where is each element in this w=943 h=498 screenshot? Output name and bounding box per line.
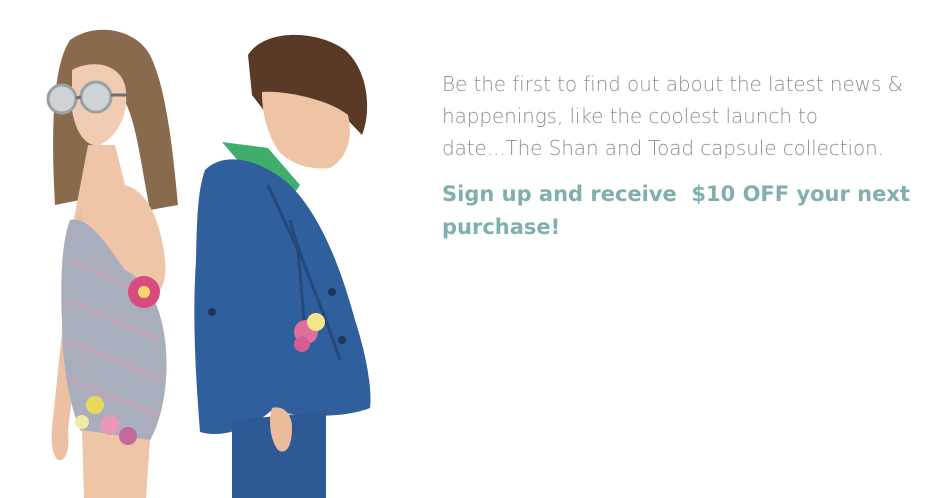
newsletter-popup: Be the first to find out about the lates… — [0, 0, 943, 498]
flower-leg-2 — [100, 415, 120, 435]
girl-legs — [82, 430, 150, 498]
hero-photo — [46, 29, 371, 498]
flower-lapel-2 — [307, 313, 325, 331]
sunglasses-left-lens — [46, 83, 78, 115]
offer-headline: Sign up and receive $10 OFF your next pu… — [442, 182, 918, 239]
popup-copy: Be the first to find out about the lates… — [442, 68, 912, 244]
boy-blazer — [194, 159, 371, 434]
flower-leg-1 — [86, 396, 104, 414]
intro-text: Be the first to find out about the lates… — [442, 72, 903, 160]
flower-leg-3 — [119, 427, 137, 445]
sunglasses-right-lens — [79, 80, 113, 114]
flower-lapel-3 — [294, 336, 310, 352]
flower-leg-4 — [75, 415, 89, 429]
